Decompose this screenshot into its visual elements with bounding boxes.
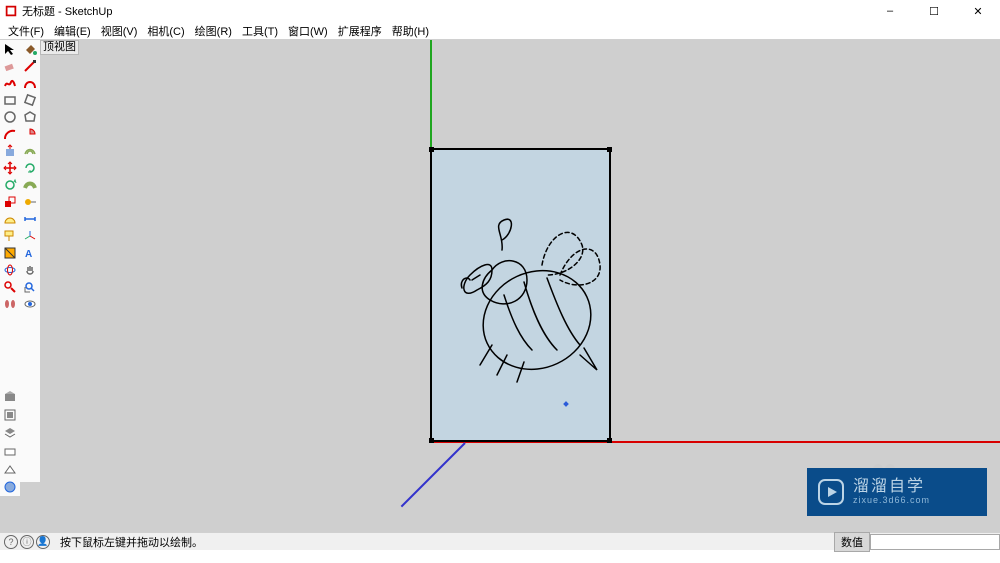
measurement-input[interactable] bbox=[870, 534, 1000, 550]
watermark-main: 溜溜自学 bbox=[853, 479, 930, 495]
app-icon bbox=[4, 4, 18, 18]
menu-view[interactable]: 视图(V) bbox=[97, 23, 142, 39]
titlebar: 无标题 - SketchUp – ☐ ✕ bbox=[0, 0, 1000, 22]
menubar: 文件(F) 编辑(E) 视图(V) 相机(C) 绘图(R) 工具(T) 窗口(W… bbox=[0, 22, 1000, 40]
statusbar: ? ⓘ 👤 按下鼠标左键并拖动以绘制。 数值 bbox=[0, 532, 1000, 550]
tool-component[interactable] bbox=[0, 406, 20, 424]
measurement-label: 数值 bbox=[834, 532, 870, 552]
tool-lookaround[interactable] bbox=[20, 295, 40, 312]
window-controls: – ☐ ✕ bbox=[868, 0, 1000, 22]
tool-rotate2[interactable] bbox=[0, 176, 20, 193]
close-button[interactable]: ✕ bbox=[956, 0, 1000, 22]
tool-section[interactable] bbox=[0, 244, 20, 261]
tool-circle[interactable] bbox=[0, 108, 20, 125]
tool-layers[interactable] bbox=[0, 424, 20, 442]
tool-pie[interactable] bbox=[20, 125, 40, 142]
menu-draw[interactable]: 绘图(R) bbox=[191, 23, 236, 39]
tool-curve[interactable] bbox=[20, 74, 40, 91]
tool-protractor[interactable] bbox=[0, 210, 20, 227]
tool-scale[interactable] bbox=[0, 193, 20, 210]
status-icons: ? ⓘ 👤 bbox=[0, 535, 50, 549]
tool-add-location[interactable] bbox=[0, 478, 20, 496]
menu-file[interactable]: 文件(F) bbox=[4, 23, 48, 39]
status-user-icon[interactable]: 👤 bbox=[36, 535, 50, 549]
tool-pushpull[interactable] bbox=[0, 142, 20, 159]
status-credits-icon[interactable]: ⓘ bbox=[20, 535, 34, 549]
toolbar-lower bbox=[0, 388, 20, 496]
bee-sketch bbox=[432, 150, 613, 444]
tool-freehand[interactable] bbox=[0, 74, 20, 91]
tool-walk[interactable] bbox=[0, 295, 20, 312]
watermark-sub: zixue.3d66.com bbox=[853, 495, 930, 505]
status-geolocation-icon[interactable]: ? bbox=[4, 535, 18, 549]
menu-window[interactable]: 窗口(W) bbox=[284, 23, 332, 39]
watermark: 溜溜自学 zixue.3d66.com bbox=[807, 468, 987, 516]
tool-rectangle[interactable] bbox=[0, 91, 20, 108]
maximize-button[interactable]: ☐ bbox=[912, 0, 956, 22]
tool-text[interactable] bbox=[0, 227, 20, 244]
menu-camera[interactable]: 相机(C) bbox=[143, 23, 188, 39]
tool-arc[interactable] bbox=[0, 125, 20, 142]
drawing-face[interactable] bbox=[430, 148, 611, 442]
status-hint: 按下鼠标左键并拖动以绘制。 bbox=[60, 534, 203, 550]
tool-tape[interactable] bbox=[20, 193, 40, 210]
menu-tools[interactable]: 工具(T) bbox=[238, 23, 282, 39]
tool-polygon[interactable] bbox=[20, 108, 40, 125]
tool-eraser[interactable] bbox=[0, 57, 20, 74]
tool-3d-warehouse[interactable] bbox=[0, 388, 20, 406]
tool-followme[interactable] bbox=[20, 176, 40, 193]
tool-zoom[interactable] bbox=[0, 278, 20, 295]
menu-extensions[interactable]: 扩展程序 bbox=[334, 23, 386, 39]
window-title: 无标题 - SketchUp bbox=[22, 3, 868, 19]
tool-pan[interactable] bbox=[20, 261, 40, 278]
tool-rotate[interactable] bbox=[20, 159, 40, 176]
tool-select[interactable] bbox=[0, 40, 20, 57]
tool-outliner[interactable] bbox=[0, 442, 20, 460]
viewport-label: 顶视图 bbox=[40, 40, 79, 55]
menu-help[interactable]: 帮助(H) bbox=[388, 23, 433, 39]
tool-paint-bucket[interactable] bbox=[20, 40, 40, 57]
tool-zoom-extents[interactable] bbox=[20, 278, 40, 295]
tool-model-info[interactable] bbox=[0, 460, 20, 478]
menu-edit[interactable]: 编辑(E) bbox=[50, 23, 95, 39]
svg-text:A: A bbox=[25, 249, 32, 260]
tool-dimension[interactable] bbox=[20, 210, 40, 227]
tool-rotated-rect[interactable] bbox=[20, 91, 40, 108]
viewport-canvas[interactable]: 溜溜自学 zixue.3d66.com bbox=[40, 40, 1000, 532]
minimize-button[interactable]: – bbox=[868, 0, 912, 22]
tool-axes[interactable] bbox=[20, 227, 40, 244]
status-right: 数值 bbox=[834, 532, 1000, 552]
tool-offset[interactable] bbox=[20, 142, 40, 159]
tool-3dtext[interactable]: A bbox=[20, 244, 40, 261]
tool-move[interactable] bbox=[0, 159, 20, 176]
watermark-play-icon bbox=[817, 478, 845, 506]
workspace: 溜溜自学 zixue.3d66.com 顶视图 A bbox=[0, 40, 1000, 532]
toolbar-spacer bbox=[0, 312, 40, 318]
tool-line[interactable] bbox=[20, 57, 40, 74]
tool-orbit[interactable] bbox=[0, 261, 20, 278]
